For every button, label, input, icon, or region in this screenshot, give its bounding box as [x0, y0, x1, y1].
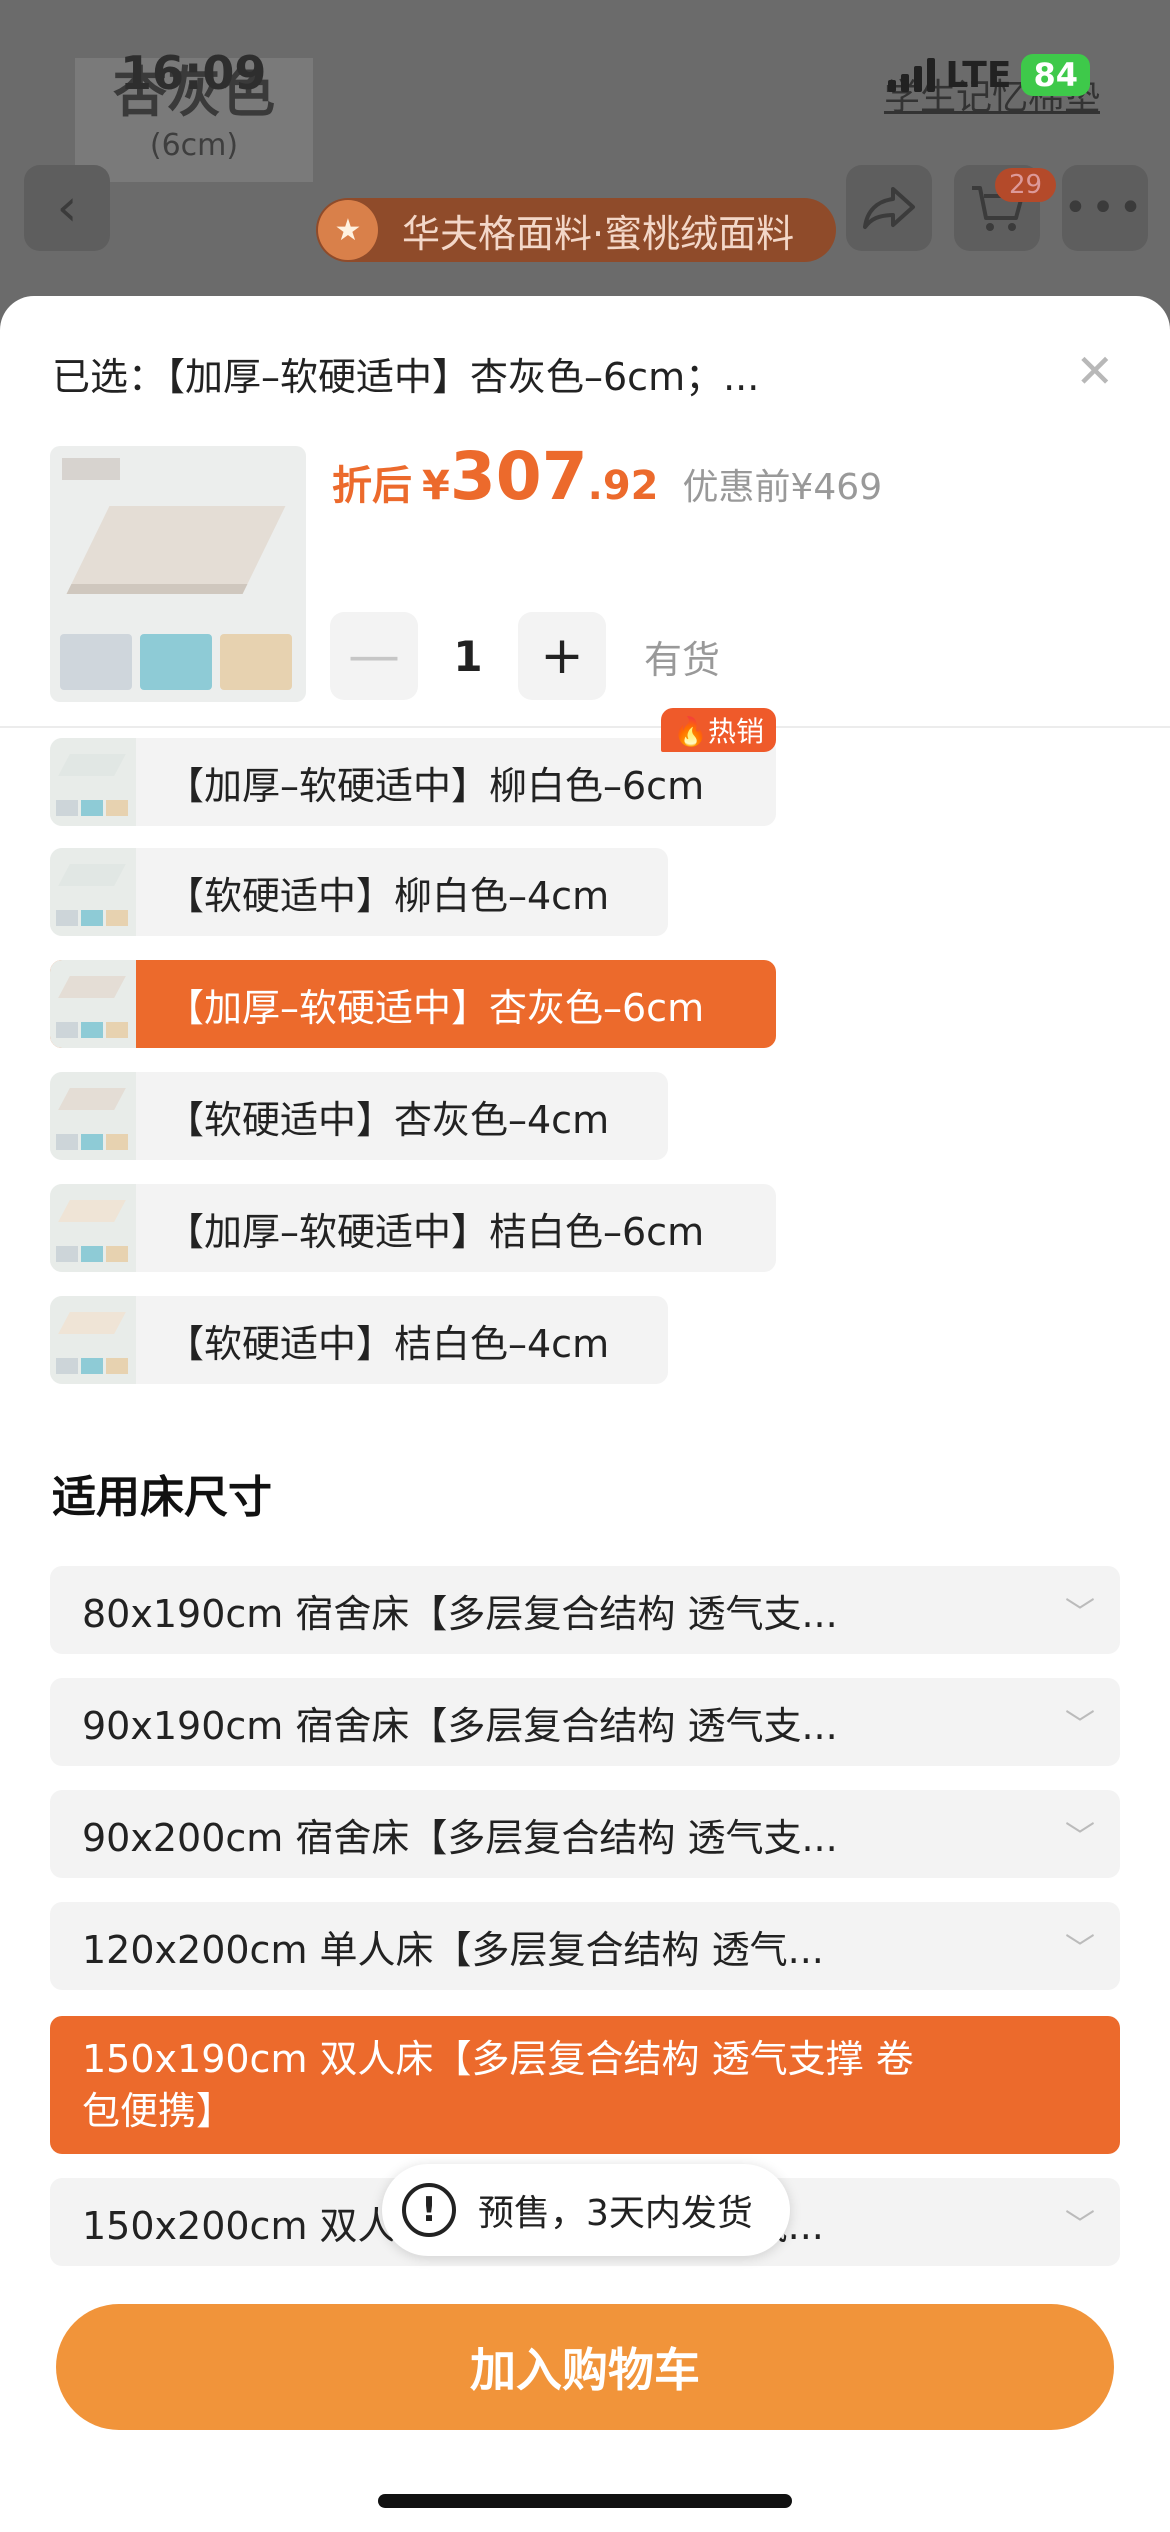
minus-icon: —	[348, 626, 400, 686]
option-thumbnail	[50, 738, 136, 826]
signal-icon	[888, 58, 936, 92]
status-icons: LTE 84	[888, 54, 1090, 96]
chevron-down-icon[interactable]: ﹀	[1040, 1924, 1120, 1968]
bed-size-title: 适用床尺寸	[52, 1472, 272, 1523]
more-button[interactable]: •••	[1062, 165, 1148, 251]
size-label: 150x190cm 双人床【多层复合结构 透气支撑 卷包便携】	[82, 2037, 914, 2133]
status-time: 16:09	[120, 46, 267, 100]
add-to-cart-button[interactable]: 加入购物车	[56, 2304, 1114, 2430]
size-option[interactable]: 120x200cm 单人床【多层复合结构 透气... ﹀	[50, 1902, 1120, 1990]
share-icon	[863, 187, 915, 229]
price-decimal: .92	[587, 463, 659, 509]
option-thumbnail	[50, 1296, 136, 1384]
option-item[interactable]: 【加厚–软硬适中】桔白色–6cm	[50, 1184, 776, 1272]
cart-count-badge: 29	[995, 168, 1057, 202]
option-thumbnail	[50, 848, 136, 936]
close-icon: ✕	[1075, 344, 1114, 398]
price-integer: 307	[449, 438, 588, 515]
option-item[interactable]: 【软硬适中】桔白色–4cm	[50, 1296, 668, 1384]
price-prefix: 折后	[332, 463, 412, 509]
original-price: 优惠前¥469	[682, 467, 883, 508]
size-option[interactable]: 80x190cm 宿舍床【多层复合结构 透气支... ﹀	[50, 1566, 1120, 1654]
option-thumbnail	[50, 1184, 136, 1272]
hot-badge: 🔥热销	[661, 708, 776, 752]
presale-toast: ! 预售，3天内发货	[382, 2164, 790, 2256]
share-button[interactable]	[846, 165, 932, 251]
divider	[0, 726, 1170, 728]
option-label: 【加厚–软硬适中】柳白色–6cm	[166, 763, 705, 808]
option-label: 【软硬适中】杏灰色–4cm	[166, 1097, 610, 1142]
medal-icon: ★	[318, 200, 378, 260]
chevron-down-icon[interactable]: ﹀	[1040, 1812, 1120, 1856]
option-label: 【软硬适中】柳白色–4cm	[166, 873, 610, 918]
toast-text: 预售，3天内发货	[478, 2193, 753, 2234]
background-page: 杏灰色 (6cm) 16:09 学生记忆棉垫 LTE 84 ‹ 29 ••• ★…	[0, 0, 1170, 340]
option-item[interactable]: 【加厚–软硬适中】柳白色–6cm 🔥热销	[50, 708, 776, 826]
flame-icon: 🔥	[673, 715, 708, 748]
size-label: 90x200cm 宿舍床【多层复合结构 透气支...	[82, 1815, 838, 1860]
size-label: 90x190cm 宿舍床【多层复合结构 透气支...	[82, 1703, 838, 1748]
price-row: 折后 ¥ 307 .92 优惠前¥469	[332, 438, 882, 515]
option-item[interactable]: 【软硬适中】杏灰色–4cm	[50, 1072, 668, 1160]
sku-selector-sheet: 已选：【加厚–软硬适中】杏灰色–6cm；... ✕ 折后 ¥ 307 .92 优…	[0, 296, 1170, 2532]
variant-sub: (6cm)	[149, 128, 239, 163]
stock-status: 有货	[644, 637, 721, 682]
back-button[interactable]: ‹	[24, 165, 110, 251]
size-label: 120x200cm 单人床【多层复合结构 透气...	[82, 1927, 824, 1972]
quantity-value[interactable]: 1	[418, 632, 518, 681]
chevron-down-icon[interactable]: ﹀	[1040, 2200, 1120, 2244]
price-currency: ¥	[422, 463, 450, 509]
option-item-selected[interactable]: 【加厚–软硬适中】杏灰色–6cm	[50, 960, 776, 1048]
thumbnail-tag	[62, 458, 120, 480]
close-button[interactable]: ✕	[1075, 344, 1114, 398]
mattress-illustration	[66, 506, 286, 594]
chevron-down-icon[interactable]: ﹀	[1040, 1700, 1120, 1744]
promo-text: 华夫格面料·蜜桃绒面料	[402, 211, 795, 256]
plus-icon: +	[540, 626, 584, 686]
increment-button[interactable]: +	[518, 612, 606, 700]
quantity-stepper: — 1 + 有货	[330, 612, 720, 700]
option-label: 【加厚–软硬适中】杏灰色–6cm	[166, 985, 705, 1030]
network-type: LTE	[945, 54, 1012, 96]
option-thumbnail	[50, 960, 136, 1048]
chevron-down-icon[interactable]: ﹀	[1040, 1588, 1120, 1632]
size-option-selected[interactable]: 150x190cm 双人床【多层复合结构 透气支撑 卷包便携】	[50, 2016, 1120, 2154]
promo-pill: ★ 华夫格面料·蜜桃绒面料	[316, 198, 836, 262]
option-label: 【软硬适中】桔白色–4cm	[166, 1321, 610, 1366]
more-icon: •••	[1063, 185, 1147, 231]
product-thumbnail[interactable]	[50, 446, 306, 702]
home-indicator[interactable]	[378, 2494, 792, 2508]
thumbnail-swatches	[60, 634, 292, 690]
option-thumbnail	[50, 1072, 136, 1160]
size-option[interactable]: 90x200cm 宿舍床【多层复合结构 透气支... ﹀	[50, 1790, 1120, 1878]
size-label: 80x190cm 宿舍床【多层复合结构 透气支...	[82, 1591, 838, 1636]
size-option[interactable]: 90x190cm 宿舍床【多层复合结构 透气支... ﹀	[50, 1678, 1120, 1766]
battery-icon: 84	[1021, 54, 1090, 96]
chevron-left-icon: ‹	[56, 178, 78, 238]
selected-summary: 已选：【加厚–软硬适中】杏灰色–6cm；...	[52, 355, 760, 399]
option-item[interactable]: 【软硬适中】柳白色–4cm	[50, 848, 668, 936]
option-label: 【加厚–软硬适中】桔白色–6cm	[166, 1209, 705, 1254]
exclamation-icon: !	[402, 2183, 456, 2237]
decrement-button[interactable]: —	[330, 612, 418, 700]
